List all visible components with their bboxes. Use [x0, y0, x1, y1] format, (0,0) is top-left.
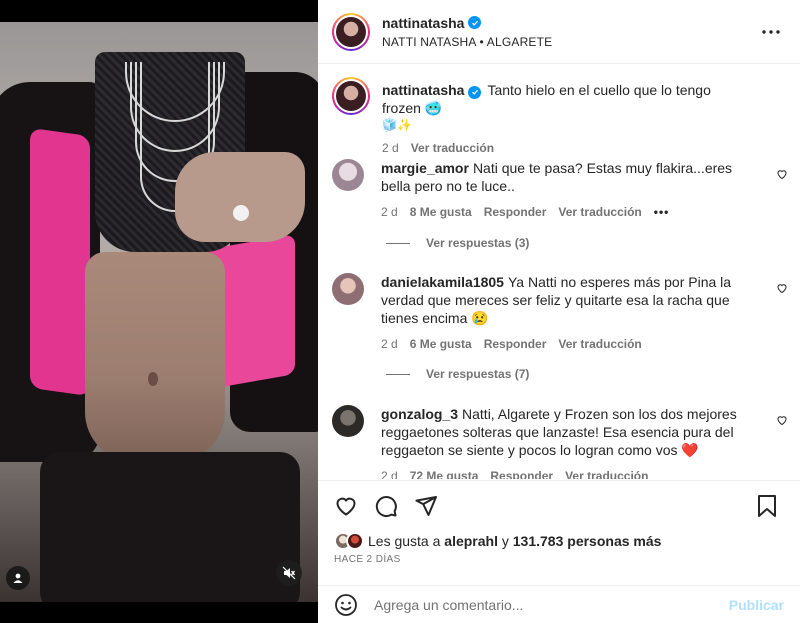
comment-like-heart-icon[interactable]: [776, 167, 788, 183]
translate-link[interactable]: Ver traducción: [558, 335, 641, 353]
comment-username[interactable]: margie_amor: [381, 160, 469, 176]
caption-avatar[interactable]: [332, 77, 370, 115]
author-avatar[interactable]: [332, 12, 370, 51]
comment-time[interactable]: 2 d: [381, 203, 398, 221]
translate-link[interactable]: Ver traducción: [558, 203, 641, 221]
more-horizontal-icon: [762, 29, 780, 34]
heart-icon[interactable]: [334, 494, 358, 518]
author-username[interactable]: nattinatasha: [382, 15, 464, 31]
comment-like-heart-icon[interactable]: [776, 281, 788, 297]
post-header: nattinatasha NATTI NATASHA • ALGARETE: [318, 0, 800, 64]
likes-count-link[interactable]: 131.783 personas más: [513, 533, 662, 549]
caption-emoji: 🧊✨: [382, 118, 412, 132]
post-photo[interactable]: [0, 22, 318, 602]
comment-username[interactable]: gonzalog_3: [381, 406, 458, 422]
comment-likes[interactable]: 72 Me gusta: [410, 467, 479, 479]
comment-likes[interactable]: 6 Me gusta: [410, 335, 472, 353]
speaker-muted-icon[interactable]: [276, 560, 302, 586]
verified-badge-icon: [468, 85, 482, 99]
comment-item: margie_amor Nati que te pasa? Estas muy f…: [318, 159, 800, 221]
reply-button[interactable]: Responder: [490, 467, 553, 479]
comment-like-heart-icon[interactable]: [776, 413, 788, 429]
likes-summary: Les gusta a aleprahl y 131.783 personas …: [334, 532, 661, 550]
liker-username[interactable]: aleprahl: [444, 533, 498, 549]
view-replies-button[interactable]: Ver respuestas (3): [386, 236, 529, 250]
post-timestamp[interactable]: HACE 2 DÍAS: [334, 554, 401, 565]
translate-link[interactable]: Ver traducción: [565, 467, 648, 479]
reply-button[interactable]: Responder: [484, 335, 547, 353]
emoji-smile-icon[interactable]: [334, 593, 358, 617]
bookmark-icon[interactable]: [756, 494, 778, 518]
caption-username[interactable]: nattinatasha: [382, 82, 464, 98]
comment-input[interactable]: [374, 596, 729, 613]
liker-avatar: [346, 532, 364, 550]
comment-avatar[interactable]: [332, 273, 364, 305]
post-actions-bar: [318, 480, 800, 530]
publish-button[interactable]: Publicar: [729, 597, 784, 613]
post-details-panel: nattinatasha NATTI NATASHA • ALGARETE na…: [318, 0, 800, 623]
audio-subtitle[interactable]: NATTI NATASHA • ALGARETE: [382, 35, 756, 49]
comment-item: danielakamila1805 Ya Natti no esperes más…: [318, 273, 800, 353]
comment-bubble-icon[interactable]: [374, 494, 398, 518]
comment-avatar[interactable]: [332, 159, 364, 191]
caption: nattinatasha Tanto hielo en el cuello que…: [318, 77, 800, 157]
caption-translate-link[interactable]: Ver traducción: [411, 139, 494, 157]
comment-item: gonzalog_3 Natti, Algarete y Frozen son l…: [318, 405, 800, 479]
more-options-button[interactable]: [756, 17, 786, 47]
comment-avatar[interactable]: [332, 405, 364, 437]
comment-options-icon[interactable]: •••: [654, 203, 670, 221]
comment-username[interactable]: danielakamila1805: [381, 274, 504, 290]
user-tag-icon[interactable]: [6, 566, 30, 590]
view-replies-button[interactable]: Ver respuestas (7): [386, 367, 529, 381]
comment-time[interactable]: 2 d: [381, 467, 398, 479]
paper-plane-icon[interactable]: [414, 494, 438, 518]
verified-badge-icon: [468, 16, 482, 29]
comment-time[interactable]: 2 d: [381, 335, 398, 353]
caption-time[interactable]: 2 d: [382, 139, 399, 157]
reply-button[interactable]: Responder: [484, 203, 547, 221]
post-media: [0, 0, 318, 623]
post-modal: nattinatasha NATTI NATASHA • ALGARETE na…: [0, 0, 800, 623]
comments-list[interactable]: nattinatasha Tanto hielo en el cuello que…: [318, 65, 800, 479]
comment-composer: Publicar: [318, 585, 800, 623]
comment-likes[interactable]: 8 Me gusta: [410, 203, 472, 221]
